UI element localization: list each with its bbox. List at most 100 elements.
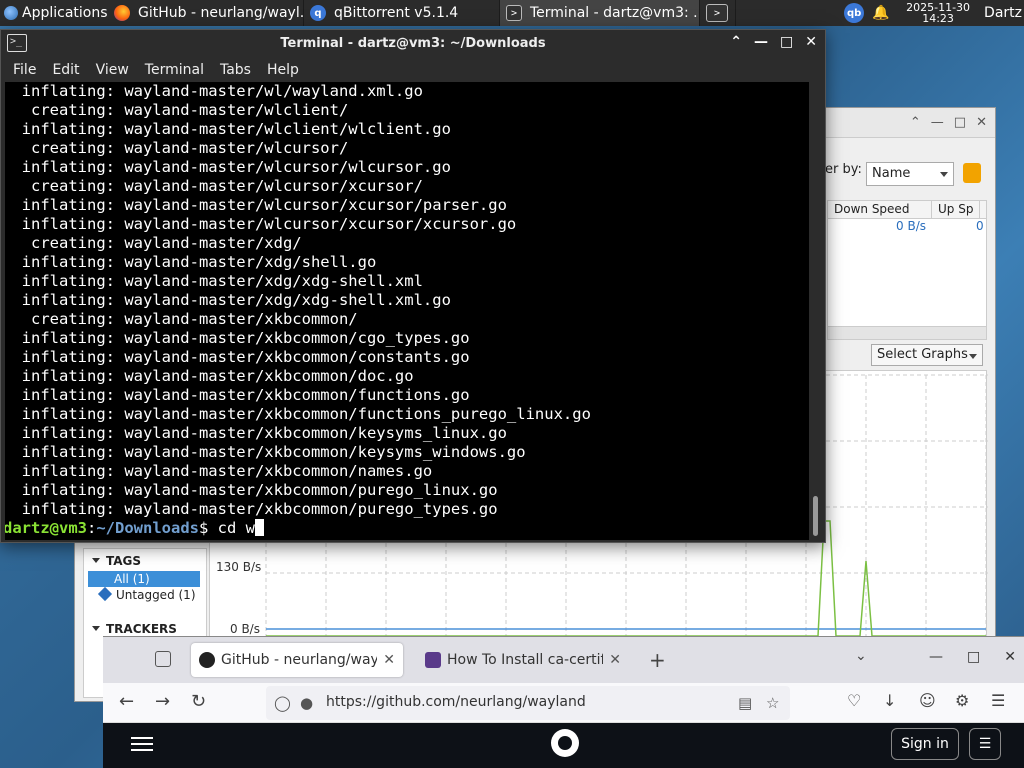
list-all-tabs-icon[interactable]: ⌄ bbox=[855, 648, 867, 664]
app-menu-icon[interactable]: ☰ bbox=[991, 691, 1005, 710]
tag-item-all[interactable]: All (1) bbox=[88, 571, 200, 587]
terminal-screen[interactable]: inflating: wayland-master/wl/wayland.xml… bbox=[5, 82, 809, 540]
github-logo-icon[interactable] bbox=[551, 729, 579, 757]
select-graphs-combo[interactable]: Select Graphs bbox=[871, 344, 983, 366]
horizontal-scrollbar[interactable] bbox=[827, 326, 987, 340]
settings-sliders-icon[interactable]: ☰ bbox=[969, 728, 1001, 760]
restore-icon[interactable]: □ bbox=[967, 649, 980, 665]
table-row[interactable]: 0 B/s 0 bbox=[828, 219, 986, 233]
taskbar-item-firefox[interactable]: GitHub - neurlang/wayl... bbox=[108, 0, 304, 26]
terminal-line: inflating: wayland-master/wlcursor/xcurs… bbox=[5, 215, 517, 233]
applications-menu[interactable]: Applications bbox=[0, 0, 108, 26]
down-speed-cell: 0 B/s bbox=[896, 219, 926, 233]
close-icon[interactable]: ✕ bbox=[1004, 649, 1016, 665]
terminal-prompt-line: dartz@vm3:~/Downloads$ cd w bbox=[5, 519, 809, 538]
prompt-dollar: $ bbox=[199, 519, 218, 537]
tags-heading[interactable]: TAGS bbox=[84, 549, 206, 571]
qbittorrent-tray-icon[interactable]: qb bbox=[844, 3, 865, 23]
terminal-titlebar[interactable]: >_ Terminal - dartz@vm3: ~/Downloads ⌃ —… bbox=[1, 30, 825, 57]
close-tab-icon[interactable]: ✕ bbox=[383, 652, 395, 668]
user-menu[interactable]: Dartz bbox=[984, 5, 1022, 21]
top-panel: Applications GitHub - neurlang/wayl... q… bbox=[0, 0, 1024, 26]
tab-overview-icon[interactable] bbox=[155, 651, 171, 667]
filter-combo[interactable]: Name bbox=[866, 162, 954, 186]
tab-label: GitHub - neurlang/wayland bbox=[221, 652, 378, 668]
prompt-user: dartz@vm3 bbox=[5, 519, 87, 537]
menu-terminal[interactable]: Terminal bbox=[137, 62, 212, 78]
applications-menu-label: Applications bbox=[22, 5, 108, 21]
forward-icon[interactable]: → bbox=[155, 691, 170, 712]
terminal-line: inflating: wayland-master/xkbcommon/keys… bbox=[5, 443, 526, 461]
extensions-icon[interactable]: ⚙ bbox=[955, 691, 969, 710]
terminal-scrollbar[interactable] bbox=[809, 82, 823, 540]
column-header-down-speed[interactable]: Down Speed bbox=[828, 201, 932, 218]
menu-tabs[interactable]: Tabs bbox=[212, 62, 259, 78]
page-favicon-icon bbox=[425, 652, 441, 668]
terminal-window: >_ Terminal - dartz@vm3: ~/Downloads ⌃ —… bbox=[0, 29, 826, 543]
taskbar-item-terminal[interactable]: > Terminal - dartz@vm3: ... bbox=[500, 0, 700, 26]
account-icon[interactable]: ☺ bbox=[919, 691, 936, 710]
bookmark-star-icon[interactable]: ☆ bbox=[766, 694, 779, 712]
y-axis-top-label: 130 B/s bbox=[216, 560, 261, 574]
terminal-line: inflating: wayland-master/wlclient/wlcli… bbox=[5, 120, 451, 138]
sign-in-button[interactable]: Sign in bbox=[891, 728, 959, 760]
url-text[interactable]: https://github.com/neurlang/wayland bbox=[326, 694, 586, 710]
close-icon[interactable]: ✕ bbox=[805, 34, 817, 50]
taskbar-item-label: GitHub - neurlang/wayl... bbox=[138, 5, 304, 21]
close-icon[interactable]: ✕ bbox=[976, 115, 987, 130]
minimize-icon[interactable]: — bbox=[754, 34, 768, 50]
scrollbar-thumb[interactable] bbox=[813, 496, 818, 536]
taskbar-item-qbittorrent[interactable]: q qBittorrent v5.1.4 bbox=[304, 0, 500, 26]
column-header-up-speed[interactable]: Up Sp bbox=[932, 201, 981, 218]
terminal-line: inflating: wayland-master/xkbcommon/cons… bbox=[5, 348, 470, 366]
menu-file[interactable]: File bbox=[5, 62, 44, 78]
minimize-icon[interactable]: — bbox=[931, 115, 944, 130]
downloads-icon[interactable]: ↓ bbox=[883, 691, 896, 710]
reload-icon[interactable]: ↻ bbox=[191, 691, 206, 712]
torrent-table: Down Speed Up Sp 0 B/s 0 bbox=[827, 200, 987, 330]
y-axis-bottom-label: 0 B/s bbox=[230, 622, 260, 636]
clock[interactable]: 2025-11-30 14:23 bbox=[906, 2, 970, 24]
maximize-up-icon[interactable]: ⌃ bbox=[730, 34, 742, 50]
restore-icon[interactable]: □ bbox=[954, 115, 966, 130]
lock-icon[interactable]: ● bbox=[300, 694, 313, 712]
taskbar-item-label: qBittorrent v5.1.4 bbox=[334, 5, 459, 21]
url-bar[interactable]: ◯ ● https://github.com/neurlang/wayland … bbox=[266, 686, 790, 720]
shield-icon[interactable]: ◯ bbox=[274, 694, 291, 712]
new-tab-button[interactable]: + bbox=[649, 648, 666, 672]
terminal-line: inflating: wayland-master/wlcursor/xcurs… bbox=[5, 196, 507, 214]
terminal-line: inflating: wayland-master/xdg/xdg-shell.… bbox=[5, 272, 423, 290]
back-icon[interactable]: ← bbox=[119, 691, 134, 712]
terminal-line: inflating: wayland-master/xkbcommon/doc.… bbox=[5, 367, 414, 385]
maximize-up-icon[interactable]: ⌃ bbox=[910, 115, 921, 130]
tab-github[interactable]: GitHub - neurlang/wayland ✕ bbox=[191, 643, 403, 677]
github-page-header: Sign in ☰ bbox=[103, 723, 1024, 768]
reader-view-icon[interactable]: ▤ bbox=[738, 694, 752, 712]
prompt-path: ~/Downloads bbox=[96, 519, 199, 537]
terminal-line: inflating: wayland-master/xdg/shell.go bbox=[5, 253, 377, 271]
terminal-line: creating: wayland-master/wlclient/ bbox=[5, 101, 349, 119]
tag-item-untagged[interactable]: Untagged (1) bbox=[84, 586, 206, 603]
restore-icon[interactable]: □ bbox=[780, 34, 793, 50]
terminal-line: inflating: wayland-master/wl/wayland.xml… bbox=[5, 82, 423, 100]
tab-ca-certificates[interactable]: How To Install ca-certificates ✕ bbox=[417, 643, 629, 677]
hamburger-menu-icon[interactable] bbox=[131, 737, 153, 751]
lock-icon[interactable] bbox=[963, 163, 981, 183]
text-cursor bbox=[255, 519, 264, 536]
pocket-icon[interactable]: ♡ bbox=[847, 691, 861, 710]
terminal-line: creating: wayland-master/wlcursor/xcurso… bbox=[5, 177, 423, 195]
tag-icon bbox=[97, 586, 113, 602]
terminal-menubar: File Edit View Terminal Tabs Help bbox=[1, 57, 825, 82]
show-desktop-button[interactable]: > bbox=[700, 0, 736, 26]
navigation-bar: ← → ↻ ◯ ● https://github.com/neurlang/wa… bbox=[103, 683, 1024, 723]
close-tab-icon[interactable]: ✕ bbox=[609, 652, 621, 668]
tab-label: How To Install ca-certificates bbox=[447, 652, 604, 668]
menu-help[interactable]: Help bbox=[259, 62, 307, 78]
minimize-icon[interactable]: — bbox=[929, 649, 943, 665]
terminal-title: Terminal - dartz@vm3: ~/Downloads bbox=[280, 36, 546, 51]
menu-edit[interactable]: Edit bbox=[44, 62, 87, 78]
notification-bell-icon[interactable]: 🔔 bbox=[872, 5, 889, 21]
menu-view[interactable]: View bbox=[88, 62, 137, 78]
taskbar-item-label: Terminal - dartz@vm3: ... bbox=[530, 5, 700, 21]
terminal-line: inflating: wayland-master/xkbcommon/pure… bbox=[5, 500, 498, 518]
